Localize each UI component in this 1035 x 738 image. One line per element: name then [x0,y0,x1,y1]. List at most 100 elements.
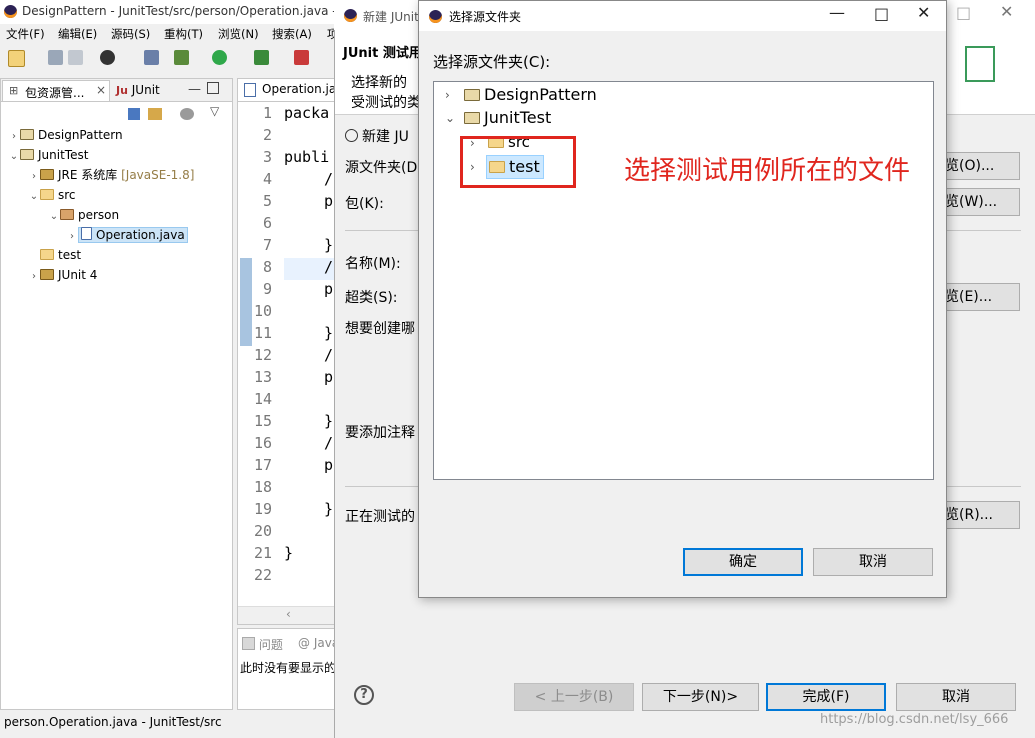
collapse-icon[interactable]: ⌄ [445,111,455,125]
code-line: p [324,456,334,474]
maximize-icon[interactable] [207,82,219,94]
run-icon[interactable] [212,50,227,65]
collapse-icon[interactable]: ⌄ [28,187,40,207]
menu-edit[interactable]: 编辑(E) [58,26,97,42]
tab-operation-java[interactable]: Operation.java [238,79,351,102]
scroll-left-icon[interactable]: ‹ [286,607,291,621]
source-folder-icon [40,189,54,200]
expand-icon[interactable]: › [8,127,20,147]
profile-icon[interactable] [100,50,115,65]
line-number: 1 [262,104,272,122]
collapse-all-icon[interactable] [128,108,140,120]
menu-navigate[interactable]: 浏览(N) [218,26,259,42]
wizard-header-title: JUnit 测试用 [343,46,422,61]
line-number: 14 [253,390,272,408]
main-window-title: DesignPattern - JunitTest/src/person/Ope… [22,4,355,18]
dialog-cancel-button[interactable]: 取消 [813,548,933,576]
maximize-icon[interactable]: □ [874,4,889,23]
back-button[interactable]: < 上一步(B) [514,683,634,711]
coverage-icon[interactable] [254,50,269,65]
minimize-icon[interactable]: — [188,82,201,97]
line-number: 2 [262,126,272,144]
method-stubs-label: 想要创建哪 [345,321,415,337]
save-icon[interactable] [48,50,63,65]
menu-refactor[interactable]: 重构(T) [164,26,203,42]
code-line: p [324,280,334,298]
menu-source[interactable]: 源码(S) [111,26,150,42]
minimize-icon[interactable]: — [829,3,845,22]
radio-icon[interactable] [345,129,358,142]
wizard-close-icon[interactable]: ✕ [1000,2,1013,21]
expand-icon[interactable]: › [28,167,40,187]
next-button[interactable]: 下一步(N)> [642,683,759,711]
code-line: } [284,544,294,562]
collapse-icon[interactable]: ⌄ [48,207,60,227]
ok-button[interactable]: 确定 [683,548,803,576]
line-number: 10 [253,302,272,320]
class-under-test-label: 正在测试的 [345,509,415,525]
tab-javadoc[interactable]: @ Java [298,636,339,650]
close-icon[interactable]: ✕ [917,3,930,22]
comments-label: 要添加注释 [345,425,415,441]
expand-icon[interactable]: › [66,227,78,247]
line-number: 3 [262,148,272,166]
tab-package-explorer[interactable]: ⊞ 包资源管... × [2,80,110,101]
expand-icon[interactable]: › [28,267,40,287]
line-number: 13 [253,368,272,386]
line-number: 4 [262,170,272,188]
superclass-label: 超类(S): [345,290,398,306]
name-label: 名称(M): [345,256,401,272]
junit-wizard-banner-icon [965,46,995,82]
tree-item-designpattern[interactable]: › DesignPattern [8,125,123,145]
menu-search[interactable]: 搜索(A) [272,26,312,42]
close-icon[interactable]: × [96,83,106,97]
library-icon [40,169,54,180]
help-icon[interactable]: ? [354,685,374,705]
tree-item-label: DesignPattern [38,128,123,142]
line-number: 6 [262,214,272,232]
tree-item-junittest[interactable]: JunitTest [464,107,551,129]
radio-new-junit[interactable]: 新建 JU [345,126,409,146]
external-tools-icon[interactable] [294,50,309,65]
save-all-icon[interactable] [68,50,83,65]
finish-button[interactable]: 完成(F) [766,683,886,711]
debug-icon[interactable] [174,50,189,65]
code-line: } [324,500,334,518]
skip-breakpoints-icon[interactable] [144,50,159,65]
tree-item-designpattern[interactable]: DesignPattern [464,84,597,106]
package-icon [60,209,74,220]
line-number: 17 [253,456,272,474]
code-line: / [324,170,334,188]
wizard-title: 新建 JUnit [363,10,419,24]
tree-item-label: JRE 系统库 [58,168,118,182]
menu-file[interactable]: 文件(F) [6,26,45,42]
tree-item-operation-java[interactable]: › Operation.java [66,225,188,245]
tree-item-src[interactable]: ⌄ src [28,185,76,205]
expand-icon[interactable]: › [445,88,450,102]
java-file-icon [81,227,92,240]
view-menu-icon[interactable]: ▽ [210,104,219,118]
eclipse-icon [4,5,17,18]
tree-item-person[interactable]: ⌄ person [48,205,119,225]
tree-item-jre[interactable]: › JRE 系统库 [JavaSE-1.8] [28,165,194,185]
project-icon [20,129,34,140]
tree-item-junittest[interactable]: ⌄ JunitTest [8,145,89,167]
line-number: 21 [253,544,272,562]
tree-item-junit4[interactable]: › JUnit 4 [28,265,97,285]
tree-item-label: DesignPattern [484,85,597,104]
project-icon [20,149,34,160]
horizontal-scrollbar[interactable]: ‹ [238,606,336,624]
tree-item-test[interactable]: test [28,245,81,265]
line-number: 22 [253,566,272,584]
wizard-cancel-button[interactable]: 取消 [896,683,1016,711]
line-number: 9 [262,280,272,298]
new-icon[interactable] [8,50,25,67]
tab-problems[interactable]: 问题 [242,636,283,653]
wizard-maximize-icon[interactable]: □ [956,3,971,22]
tab-junit[interactable]: Ju JUnit [116,83,160,97]
tree-item-label: src [58,188,76,202]
focus-task-icon[interactable] [180,108,194,120]
collapse-icon[interactable]: ⌄ [8,147,20,167]
dialog-title: 选择源文件夹 [449,10,522,24]
link-with-editor-icon[interactable] [148,108,162,120]
